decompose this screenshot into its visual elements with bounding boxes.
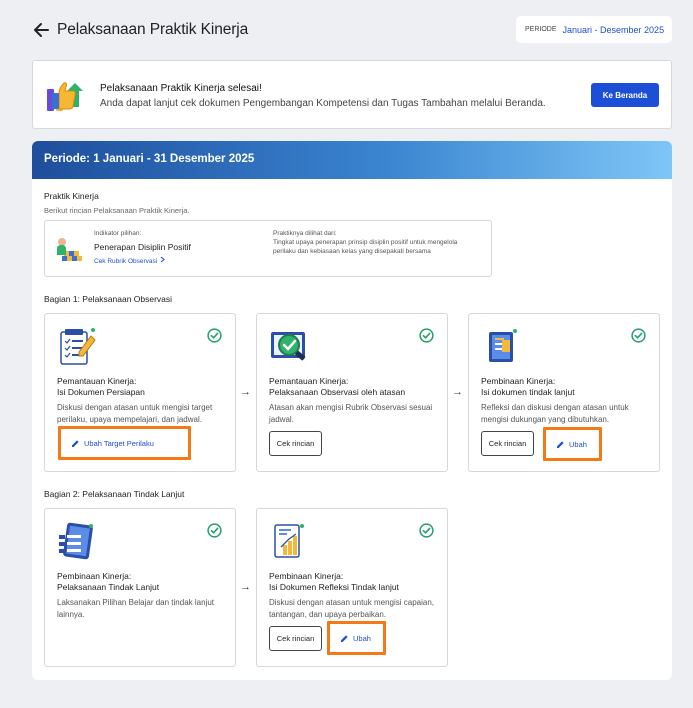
card-title-line1: Pemantauan Kinerja: xyxy=(269,376,349,386)
check-circle-icon xyxy=(207,328,222,343)
card-preparation: Pemantauan Kinerja: Isi Dokumen Persiapa… xyxy=(44,313,236,472)
period-header: Periode: 1 Januari - 31 Desember 2025 xyxy=(32,141,672,179)
check-circle-icon xyxy=(419,328,434,343)
check-circle-icon xyxy=(419,523,434,538)
checklist-icon xyxy=(60,328,96,365)
edit-label: Ubah xyxy=(569,439,587,449)
card-description: Diskusi dengan atasan untuk mengisi capa… xyxy=(269,598,434,619)
go-home-button[interactable]: Ke Beranda xyxy=(591,83,659,107)
card-title-line1: Pembinaan Kinerja: xyxy=(269,571,344,581)
arrow-right-icon: → xyxy=(240,581,251,593)
seen-from-label: Praktiknya dilihat dari: xyxy=(273,230,337,237)
card-title-line2: Isi Dokumen Refleksi Tindak lanjut xyxy=(269,582,399,593)
edit-label: Ubah xyxy=(353,633,371,643)
banner-title: Pelaksanaan Praktik Kinerja selesai! xyxy=(100,83,262,94)
view-detail-button[interactable]: Cek rincian xyxy=(481,431,534,456)
page-title: Pelaksanaan Praktik Kinerja xyxy=(57,21,249,38)
page-header: Pelaksanaan Praktik Kinerja PERIODE Janu… xyxy=(0,0,693,58)
seen-from-text: Tingkat upaya penerapan prinsip disiplin… xyxy=(273,239,458,255)
card-title-line1: Pemantauan Kinerja: xyxy=(57,376,137,386)
part1-title: Bagian 1: Pelaksanaan Observasi xyxy=(44,294,173,304)
arrow-right-icon: → xyxy=(240,386,251,398)
card-title-line2: Pelaksanaan Tindak Lanjut xyxy=(57,582,160,593)
check-circle-icon xyxy=(631,328,646,343)
edit-button[interactable]: Ubah xyxy=(543,427,602,461)
edit-target-label: Ubah Target Perilaku xyxy=(84,438,154,448)
notebook-icon xyxy=(489,329,517,362)
completion-banner: Pelaksanaan Praktik Kinerja selesai! And… xyxy=(32,60,672,129)
card-observation: Pemantauan Kinerja: Pelaksanaan Observas… xyxy=(256,313,448,472)
period-title: Periode: 1 Januari - 31 Desember 2025 xyxy=(44,153,255,165)
card-title: Pembinaan Kinerja: Isi dokumen tindak la… xyxy=(481,376,575,399)
card-title-line2: Pelaksanaan Observasi oleh atasan xyxy=(269,387,406,398)
checklist-icon xyxy=(57,238,82,261)
period-panel: Periode: 1 Januari - 31 Desember 2025 Pr… xyxy=(32,141,672,680)
section-subtitle: Berikut rincian Pelaksanaan Praktik Kine… xyxy=(44,206,190,215)
rubric-link[interactable]: Cek Rubrik Observasi xyxy=(94,256,166,265)
pencil-icon xyxy=(341,634,348,642)
view-detail-button[interactable]: Cek rincian xyxy=(269,626,322,651)
edit-button[interactable]: Ubah xyxy=(327,621,386,655)
pencil-icon xyxy=(72,439,79,447)
magnifier-check-icon xyxy=(271,332,306,361)
arrow-right-icon: → xyxy=(452,386,463,398)
card-title-line1: Pembinaan Kinerja: xyxy=(481,376,556,386)
card-follow-up-action: Pembinaan Kinerja: Pelaksanaan Tindak La… xyxy=(44,508,236,667)
card-follow-up: Pembinaan Kinerja: Isi dokumen tindak la… xyxy=(468,313,660,472)
check-circle-icon xyxy=(207,523,222,538)
card-description: Laksanakan Pilihan Belajar dan tindak la… xyxy=(57,598,214,619)
card-title: Pembinaan Kinerja: Isi Dokumen Refleksi … xyxy=(269,571,399,594)
card-title: Pemantauan Kinerja: Isi Dokumen Persiapa… xyxy=(57,376,145,399)
card-title-line2: Isi dokumen tindak lanjut xyxy=(481,387,575,398)
banner-subtitle: Anda dapat lanjut cek dokumen Pengembang… xyxy=(100,98,546,109)
chevron-right-icon xyxy=(160,256,165,263)
part2-title: Bagian 2: Pelaksanaan Tindak Lanjut xyxy=(44,489,185,499)
tablet-list-icon xyxy=(59,522,93,560)
card-description: Diskusi dengan atasan untuk mengisi targ… xyxy=(57,403,213,424)
section-title: Praktik Kinerja xyxy=(44,191,99,201)
view-detail-button[interactable]: Cek rincian xyxy=(269,431,322,456)
indicator-label: Indikator pilihan: xyxy=(94,230,142,237)
arrow-left-icon[interactable] xyxy=(32,19,52,41)
card-description: Refleksi dan diskusi dengan atasan untuk… xyxy=(481,403,629,424)
card-reflection: Pembinaan Kinerja: Isi Dokumen Refleksi … xyxy=(256,508,448,667)
period-value: Januari - Desember 2025 xyxy=(562,24,665,35)
period-label: PERIODE xyxy=(525,26,557,33)
indicator-title: Penerapan Disiplin Positif xyxy=(94,242,191,252)
card-title-line1: Pembinaan Kinerja: xyxy=(57,571,132,581)
card-title: Pembinaan Kinerja: Pelaksanaan Tindak La… xyxy=(57,571,159,594)
chart-document-icon xyxy=(274,524,304,558)
period-badge: PERIODE Januari - Desember 2025 xyxy=(516,16,672,43)
card-title: Pemantauan Kinerja: Pelaksanaan Observas… xyxy=(269,376,405,399)
card-title-line2: Isi Dokumen Persiapan xyxy=(57,387,145,398)
pencil-icon xyxy=(557,440,564,448)
indicator-box: Indikator pilihan: Penerapan Disiplin Po… xyxy=(44,220,492,277)
rubric-link-label: Cek Rubrik Observasi xyxy=(94,258,158,265)
edit-target-button[interactable]: Ubah Target Perilaku xyxy=(58,426,191,460)
thumbs-up-icon xyxy=(47,82,83,111)
card-description: Atasan akan mengisi Rubrik Observasi ses… xyxy=(269,403,433,424)
